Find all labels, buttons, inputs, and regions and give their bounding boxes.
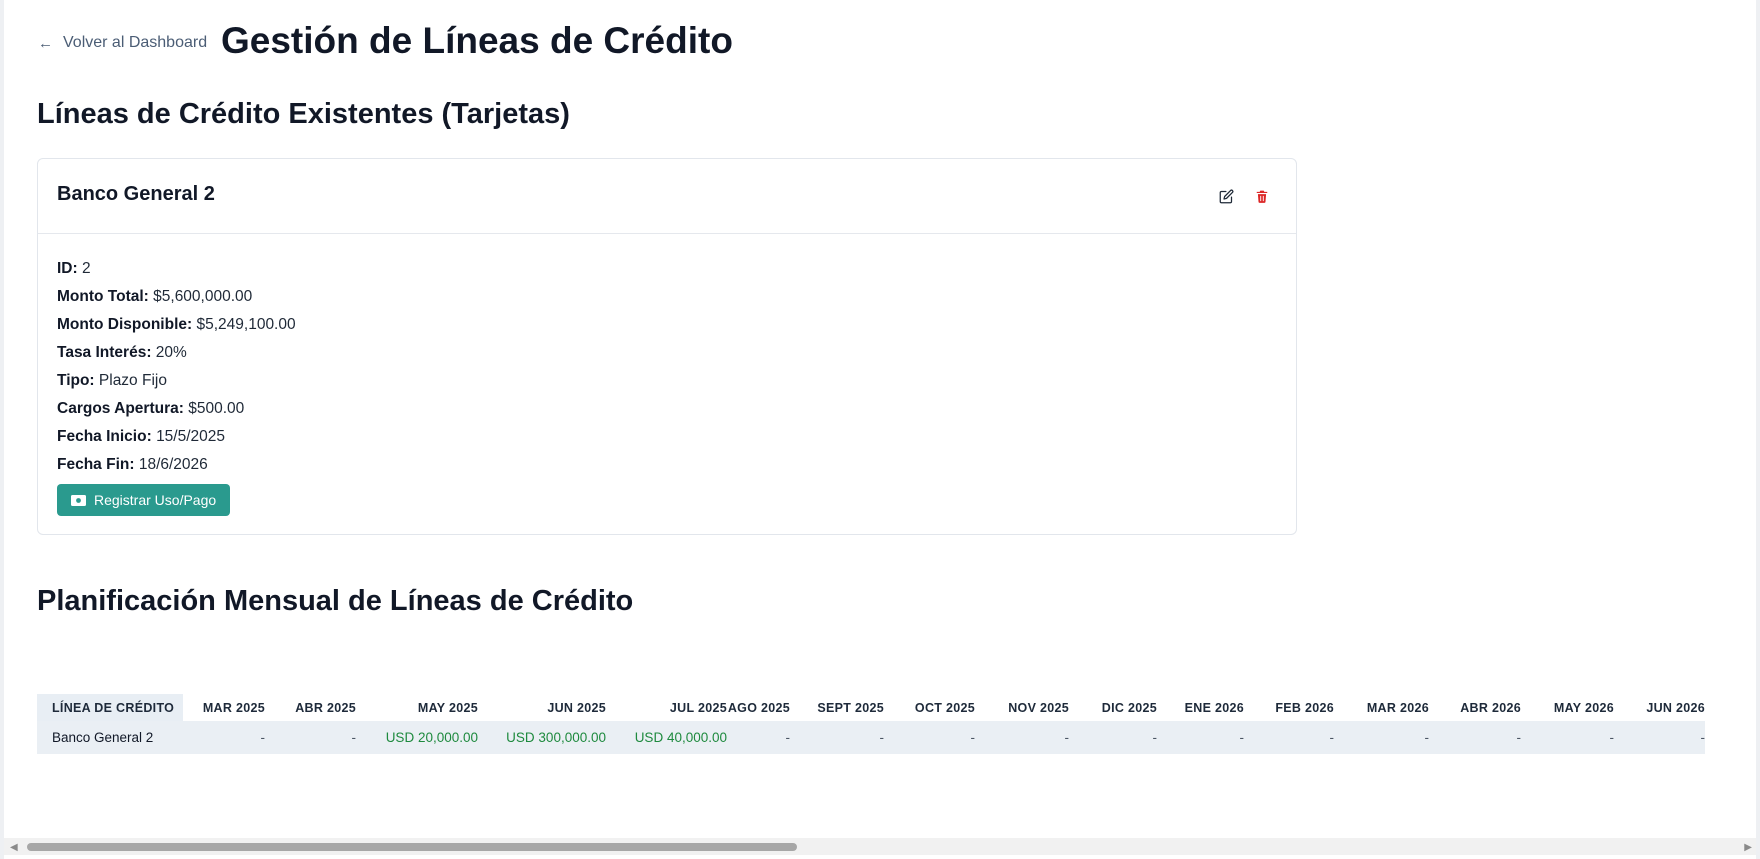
- table-cell: USD 300,000.00: [478, 721, 606, 754]
- field-type: Tipo: Plazo Fijo: [57, 372, 167, 389]
- planning-title: Planificación Mensual de Líneas de Crédi…: [37, 585, 634, 617]
- column-header: MAR 2025: [202, 700, 265, 715]
- column-header: OCT 2025: [914, 700, 975, 715]
- card-header: Banco General 2: [38, 159, 1296, 234]
- field-id: ID: 2: [57, 260, 91, 277]
- delete-button[interactable]: [1251, 185, 1273, 207]
- field-interest-rate: Tasa Interés: 20%: [57, 344, 187, 361]
- table-cell: -: [183, 721, 265, 754]
- table-cell: -: [727, 721, 790, 754]
- column-header: MAR 2026: [1366, 700, 1429, 715]
- trash-icon: [1256, 190, 1268, 203]
- column-header: AGO 2025: [727, 700, 790, 715]
- column-header: MAY 2025: [417, 700, 478, 715]
- table-cell: -: [1334, 721, 1429, 754]
- column-header: JUN 2025: [547, 700, 606, 715]
- column-header: MAY 2026: [1553, 700, 1614, 715]
- field-start-date: Fecha Inicio: 15/5/2025: [57, 428, 226, 445]
- planning-header-row: LÍNEA DE CRÉDITO MAR 2025 ABR 2025 MAY 2…: [37, 694, 1705, 721]
- table-cell: -: [790, 721, 884, 754]
- column-header: SEPT 2025: [817, 700, 884, 715]
- column-header: DIC 2025: [1101, 700, 1157, 715]
- scroll-left-arrow-icon[interactable]: ◀: [10, 842, 18, 853]
- field-available-amount: Monto Disponible: $5,249,100.00: [57, 316, 296, 333]
- column-header: FEB 2026: [1275, 700, 1334, 715]
- table-cell: -: [1614, 721, 1705, 754]
- scrollbar-thumb[interactable]: [27, 843, 797, 851]
- back-link-label: Volver al Dashboard: [63, 34, 208, 51]
- table-cell: -: [1521, 721, 1614, 754]
- register-usage-payment-button[interactable]: Registrar Uso/Pago: [57, 484, 231, 516]
- row-credit-line-name: Banco General 2: [37, 721, 183, 754]
- register-button-label: Registrar Uso/Pago: [94, 492, 217, 508]
- existing-lines-title: Líneas de Crédito Existentes (Tarjetas): [37, 98, 570, 130]
- table-cell: -: [265, 721, 356, 754]
- column-header: ENE 2026: [1184, 700, 1244, 715]
- table-cell: USD 20,000.00: [356, 721, 478, 754]
- scroll-right-arrow-icon[interactable]: ▶: [1744, 842, 1752, 853]
- card-title: Banco General 2: [57, 183, 215, 205]
- column-header: JUN 2026: [1646, 700, 1705, 715]
- page-title: Gestión de Líneas de Crédito: [221, 20, 733, 61]
- planning-table: LÍNEA DE CRÉDITO MAR 2025 ABR 2025 MAY 2…: [37, 694, 1705, 754]
- card-body: ID: 2 Monto Total: $5,600,000.00 Monto D…: [57, 255, 296, 479]
- field-end-date: Fecha Fin: 18/6/2026: [57, 456, 208, 473]
- back-to-dashboard-link[interactable]: ← Volver al Dashboard: [38, 34, 207, 52]
- table-row: Banco General 2 - - USD 20,000.00 USD 30…: [37, 721, 1705, 754]
- column-header: ABR 2025: [295, 700, 356, 715]
- arrow-left-icon: ←: [38, 34, 53, 52]
- edit-button[interactable]: [1215, 185, 1237, 207]
- table-cell: -: [975, 721, 1069, 754]
- table-cell: -: [1069, 721, 1157, 754]
- edit-icon: [1219, 189, 1233, 203]
- table-cell: -: [884, 721, 975, 754]
- table-cell: -: [1157, 721, 1244, 754]
- column-header: NOV 2025: [1008, 700, 1069, 715]
- money-icon: [71, 494, 86, 506]
- horizontal-scrollbar[interactable]: ◀ ▶: [4, 838, 1756, 855]
- field-total-amount: Monto Total: $5,600,000.00: [57, 288, 253, 305]
- table-cell: -: [1429, 721, 1521, 754]
- credit-line-card: Banco General 2 ID: 2 Monto Total: $5,60…: [37, 158, 1297, 535]
- table-cell: USD 40,000.00: [606, 721, 727, 754]
- column-header: JUL 2025: [669, 700, 727, 715]
- table-cell: -: [1244, 721, 1334, 754]
- column-header: LÍNEA DE CRÉDITO: [37, 694, 183, 721]
- field-opening-charges: Cargos Apertura: $500.00: [57, 400, 245, 417]
- column-header: ABR 2026: [1460, 700, 1521, 715]
